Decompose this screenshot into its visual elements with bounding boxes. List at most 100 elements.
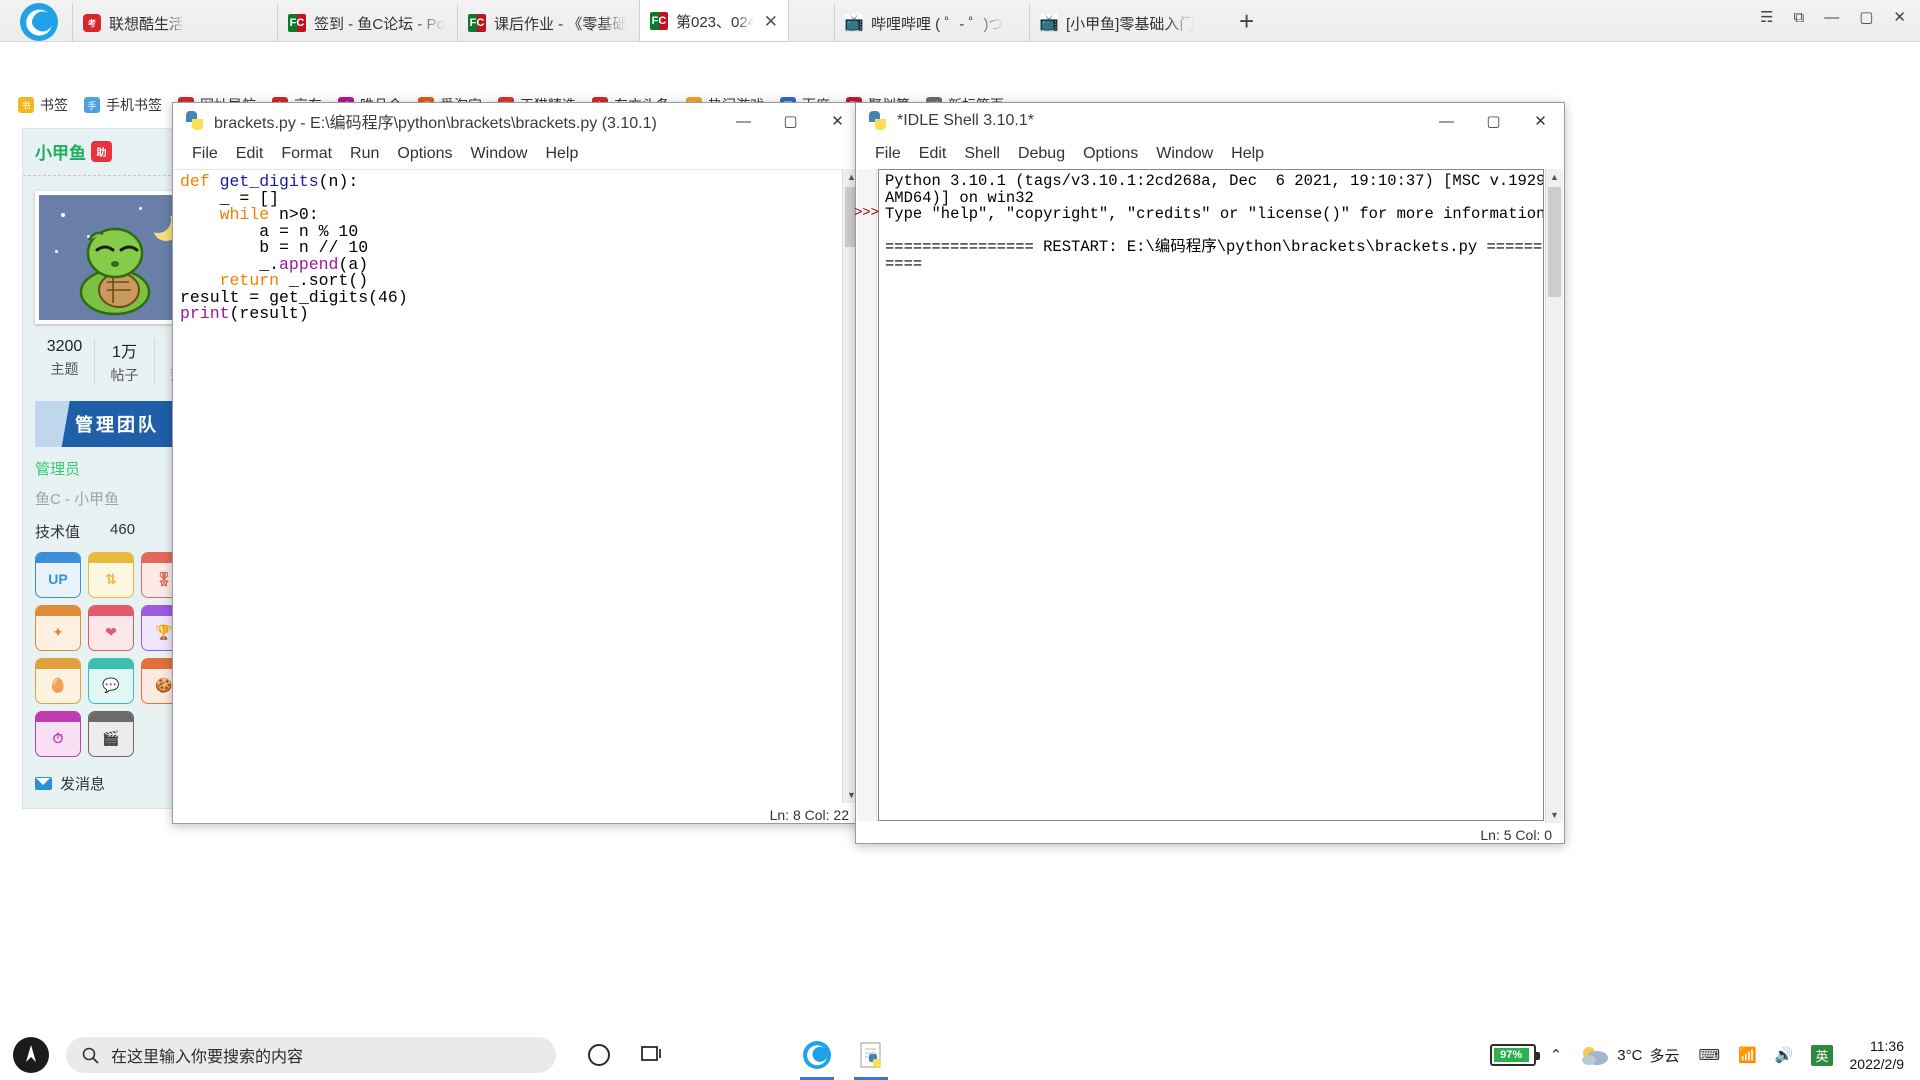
- new-tab-button[interactable]: +: [1239, 8, 1254, 34]
- medal-glyph: 🥚: [49, 676, 67, 693]
- scroll-down-icon[interactable]: ▼: [1546, 807, 1563, 823]
- medal-glyph: 💬: [102, 676, 120, 693]
- medal-item-3[interactable]: ✦: [35, 605, 81, 651]
- shell-window-controls: — ▢ ✕: [1423, 103, 1564, 139]
- editor-menu-window[interactable]: Window: [462, 143, 537, 165]
- browser-tab-0[interactable]: 考联想酷生活: [72, 4, 277, 42]
- shell-menu-options[interactable]: Options: [1074, 143, 1147, 165]
- medal-glyph: ❤: [105, 623, 117, 640]
- shell-menu-bar: File Edit Shell Debug Options Window Help: [856, 139, 1564, 169]
- search-input[interactable]: 在这里输入你要搜索的内容: [66, 1037, 556, 1073]
- editor-minimize-button[interactable]: —: [720, 103, 767, 139]
- forum-stat-0: 3200 主题: [35, 338, 94, 385]
- shell-menu-edit[interactable]: Edit: [910, 143, 956, 165]
- editor-maximize-button[interactable]: ▢: [767, 103, 814, 139]
- editor-menu-run[interactable]: Run: [341, 143, 388, 165]
- editor-menu-format[interactable]: Format: [272, 143, 341, 165]
- show-hidden-icons-icon[interactable]: ⌃: [1550, 1046, 1563, 1064]
- medal-glyph: ⏱: [52, 729, 64, 746]
- shell-close-button[interactable]: ✕: [1517, 103, 1564, 139]
- minimize-button[interactable]: —: [1824, 9, 1839, 26]
- shell-minimize-button[interactable]: —: [1423, 103, 1470, 139]
- medal-glyph: 🏆: [155, 623, 173, 640]
- bookmark-item-0[interactable]: 书书签: [14, 92, 80, 118]
- turtle-illustration: [79, 227, 151, 316]
- avatar[interactable]: [35, 191, 185, 324]
- shell-menu-file[interactable]: File: [866, 143, 910, 165]
- editor-close-button[interactable]: ✕: [814, 103, 861, 139]
- shell-output-area[interactable]: Python 3.10.1 (tags/v3.10.1:2cd268a, Dec…: [878, 169, 1544, 821]
- volume-icon[interactable]: 🔊: [1775, 1046, 1794, 1064]
- editor-menu-file[interactable]: File: [183, 143, 227, 165]
- shell-menu-help[interactable]: Help: [1222, 143, 1273, 165]
- idle-editor-window: brackets.py - E:\编码程序\python\brackets\br…: [172, 102, 862, 824]
- keyboard-icon[interactable]: ⌨: [1698, 1046, 1720, 1064]
- editor-title-bar[interactable]: brackets.py - E:\编码程序\python\brackets\br…: [173, 103, 861, 139]
- star-icon: [61, 213, 65, 217]
- cloud-icon: [1582, 1047, 1609, 1065]
- shell-maximize-button[interactable]: ▢: [1470, 103, 1517, 139]
- medal-item-4[interactable]: ❤: [88, 605, 134, 651]
- close-button[interactable]: ✕: [1893, 8, 1906, 26]
- system-tray: 97% ⌃ 3°C 多云 ⌨ 📶 🔊 英 11:36 2022/2/9: [1489, 1037, 1920, 1073]
- medal-item-10[interactable]: 🎬: [88, 711, 134, 757]
- browser-tab-4[interactable]: 📺 哔哩哔哩 ( ゜- ゜)つ: [834, 4, 1029, 42]
- screen: 考联想酷生活 FC 签到 - 鱼C论坛 - Po FC 课后作业 - 《零基础 FC 第02…: [0, 0, 1920, 1080]
- task-view-button[interactable]: [626, 1030, 680, 1080]
- medal-glyph: 🍪: [155, 676, 173, 693]
- scroll-up-icon[interactable]: ▲: [1546, 169, 1563, 185]
- team-banner-text: 管理团队: [75, 415, 159, 435]
- shell-scrollbar[interactable]: ▲ ▼: [1545, 169, 1563, 823]
- battery-icon: 97%: [1489, 1044, 1540, 1066]
- browser-tab-2[interactable]: FC 课后作业 - 《零基础: [457, 4, 639, 42]
- scrollbar-thumb[interactable]: [1548, 187, 1561, 297]
- editor-menu-help[interactable]: Help: [536, 143, 587, 165]
- shell-title-bar[interactable]: *IDLE Shell 3.10.1* — ▢ ✕: [856, 103, 1564, 139]
- shell-menu-debug[interactable]: Debug: [1009, 143, 1074, 165]
- tab-list-button[interactable]: ☴: [1760, 8, 1773, 26]
- cortana-button[interactable]: [572, 1030, 626, 1080]
- medal-item-9[interactable]: ⏱: [35, 711, 81, 757]
- browser-logo-icon: [8, 2, 70, 42]
- bookmark-label: 手机书签: [106, 97, 162, 113]
- battery-indicator[interactable]: 97%: [1489, 1044, 1540, 1066]
- taskbar: 在这里输入你要搜索的内容 97% ⌃ 3°C 多云 ⌨ 📶 🔊 英 11:36 …: [0, 1030, 1920, 1080]
- browser-tab-3[interactable]: FC 第023、024讲: ✕: [639, 0, 789, 42]
- restore-button[interactable]: ⧉: [1794, 9, 1805, 26]
- tab-title: 哔哩哔哩 ( ゜- ゜)つ: [871, 15, 1004, 33]
- clock[interactable]: 11:36 2022/2/9: [1842, 1037, 1915, 1073]
- weather-widget[interactable]: 3°C 多云: [1580, 1044, 1679, 1066]
- tab-close-icon[interactable]: ✕: [764, 13, 778, 30]
- fishc-icon: FC: [650, 12, 668, 30]
- editor-menu-bar: File Edit Format Run Options Window Help: [173, 139, 861, 169]
- maximize-button[interactable]: ▢: [1859, 8, 1873, 26]
- star-icon: 书: [18, 97, 34, 113]
- stat-value: 3200: [46, 338, 83, 355]
- editor-title: brackets.py - E:\编码程序\python\brackets\br…: [214, 114, 657, 132]
- medal-glyph: ✦: [52, 623, 64, 640]
- idle-taskbar-icon[interactable]: [844, 1030, 898, 1080]
- battery-percent: 97%: [1493, 1048, 1529, 1062]
- medal-item-6[interactable]: 🥚: [35, 658, 81, 704]
- network-icon[interactable]: 📶: [1738, 1046, 1757, 1064]
- shell-menu-window[interactable]: Window: [1147, 143, 1222, 165]
- medal-item-1[interactable]: ⇅: [88, 552, 134, 598]
- code-editor-area[interactable]: def get_digits(n): _ = [] while n>0: a =…: [174, 169, 842, 803]
- ime-icon[interactable]: 英: [1811, 1044, 1833, 1066]
- editor-status: Ln: 8 Col: 22: [769, 807, 849, 823]
- bookmark-item-1[interactable]: 手手机书签: [80, 92, 174, 118]
- medal-item-7[interactable]: 💬: [88, 658, 134, 704]
- idle-shell-window: *IDLE Shell 3.10.1* — ▢ ✕ File Edit Shell D…: [854, 102, 1565, 844]
- editor-menu-options[interactable]: Options: [388, 143, 461, 165]
- browser-taskbar-icon[interactable]: [790, 1030, 844, 1080]
- clock-date: 2022/2/9: [1849, 1056, 1905, 1072]
- browser-tab-1[interactable]: FC 签到 - 鱼C论坛 - Po: [277, 4, 457, 42]
- editor-menu-edit[interactable]: Edit: [227, 143, 273, 165]
- shell-menu-shell[interactable]: Shell: [955, 143, 1009, 165]
- start-button[interactable]: [0, 1030, 62, 1080]
- browser-tab-5[interactable]: 📺 [小甲鱼]零基础入门: [1029, 4, 1219, 42]
- medal-item-0[interactable]: UP: [35, 552, 81, 598]
- medal-glyph: 🎬: [102, 729, 120, 746]
- bilibili-icon: 📺: [1040, 14, 1058, 32]
- code-token: (result): [229, 304, 309, 323]
